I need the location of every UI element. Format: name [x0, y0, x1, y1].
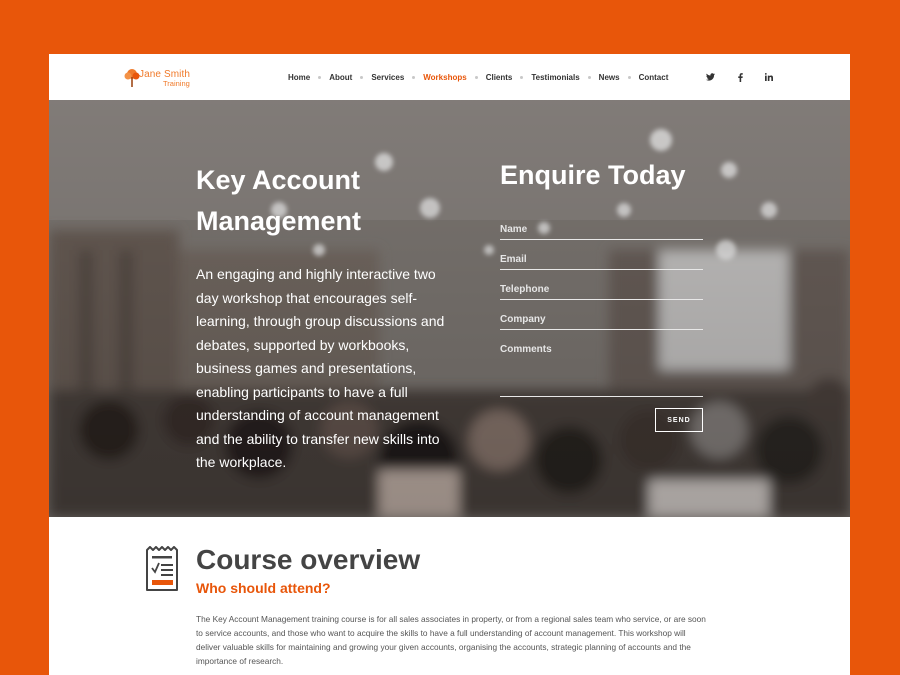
nav-news[interactable]: News — [599, 73, 620, 82]
twitter-icon[interactable] — [704, 71, 716, 83]
browser-page: Jane Smith Training Home About Services … — [49, 54, 850, 675]
nav-testimonials[interactable]: Testimonials — [531, 73, 579, 82]
site-header: Jane Smith Training Home About Services … — [49, 54, 850, 100]
nav-separator — [587, 75, 591, 79]
enquiry-title: Enquire Today — [500, 160, 686, 190]
linkedin-icon[interactable] — [763, 71, 775, 83]
nav-services[interactable]: Services — [371, 73, 404, 82]
hero-title-line1: Key Account — [196, 165, 361, 195]
hero-description: An engaging and highly interactive two d… — [196, 266, 445, 470]
company-field[interactable] — [500, 314, 703, 330]
send-button[interactable]: SEND — [655, 408, 703, 432]
nav-separator — [474, 75, 478, 79]
nav-separator — [627, 75, 631, 79]
nav-separator — [520, 75, 524, 79]
checklist-document-icon — [146, 546, 178, 591]
name-field[interactable] — [500, 224, 703, 240]
main-nav: Home About Services Workshops Clients Te… — [288, 71, 668, 83]
nav-separator — [412, 75, 416, 79]
nav-clients[interactable]: Clients — [486, 73, 513, 82]
overview-subtitle: Who should attend? — [196, 580, 331, 596]
email-field[interactable] — [500, 254, 703, 270]
logo-subtitle: Training — [163, 79, 190, 88]
nav-about[interactable]: About — [329, 73, 352, 82]
overview-body: The Key Account Management training cour… — [196, 614, 706, 666]
nav-home[interactable]: Home — [288, 73, 310, 82]
nav-separator — [318, 75, 322, 79]
comments-field[interactable] — [500, 344, 703, 397]
hero-title-line2: Management — [196, 206, 362, 236]
hero-title: Key Account Management — [196, 160, 456, 242]
telephone-field[interactable] — [500, 284, 703, 300]
hero-section: Key Account Management An engaging and h… — [49, 100, 850, 517]
overview-title: Course overview — [196, 544, 421, 575]
nav-contact[interactable]: Contact — [639, 73, 669, 82]
nav-workshops[interactable]: Workshops — [423, 73, 466, 82]
site-logo[interactable]: Jane Smith Training — [124, 67, 204, 89]
tree-logo-icon — [124, 69, 140, 87]
nav-separator — [360, 75, 364, 79]
facebook-icon[interactable] — [734, 71, 746, 83]
